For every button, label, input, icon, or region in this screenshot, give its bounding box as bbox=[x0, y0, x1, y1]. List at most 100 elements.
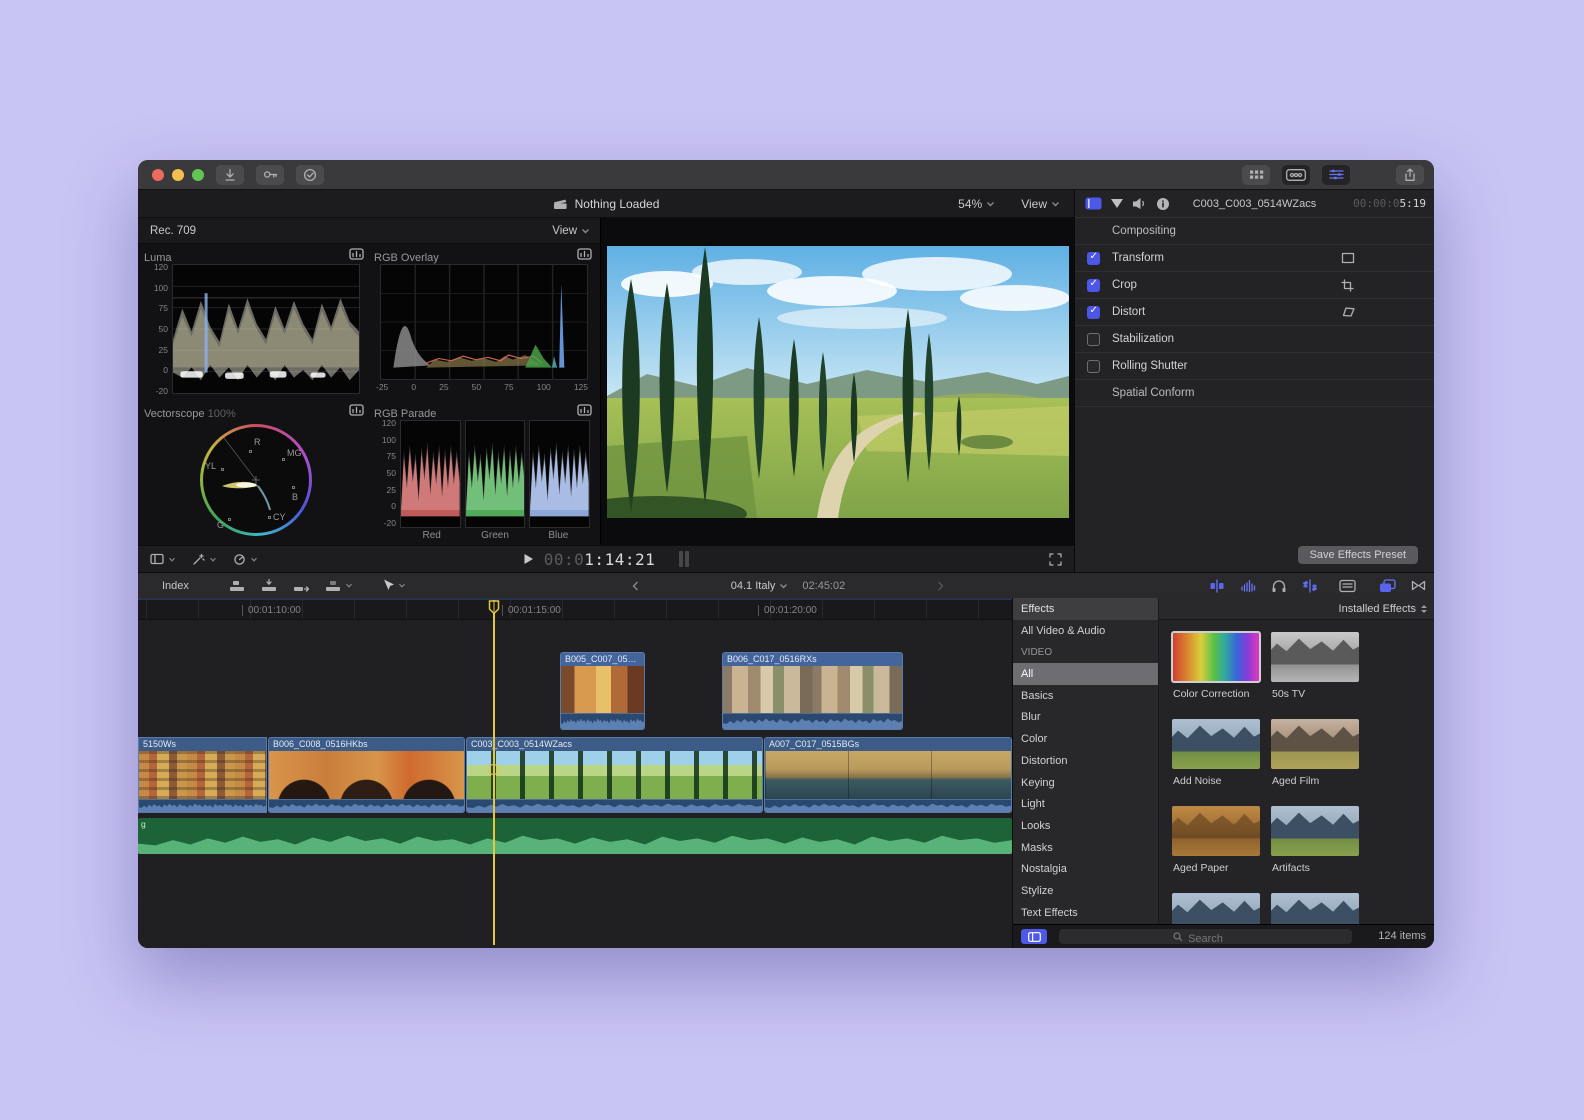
effect-thumbnail bbox=[1172, 806, 1260, 856]
timeline-audio-clip[interactable]: g bbox=[138, 818, 1012, 854]
skimming-icon[interactable] bbox=[1209, 579, 1225, 593]
transform-checkbox[interactable] bbox=[1087, 252, 1100, 265]
info-inspector-tab-icon[interactable] bbox=[1156, 197, 1170, 211]
timeline-clip-connected-1[interactable]: B005_C007_05… bbox=[560, 652, 645, 730]
scope-settings-icon[interactable] bbox=[577, 248, 592, 261]
inspector-row-distort[interactable]: Distort bbox=[1075, 299, 1434, 326]
inspector-row-rolling-shutter[interactable]: Rolling Shutter bbox=[1075, 353, 1434, 380]
close-window-button[interactable] bbox=[152, 169, 164, 181]
audio-meters[interactable] bbox=[679, 551, 689, 567]
inspector-row-crop[interactable]: Crop bbox=[1075, 272, 1434, 299]
effect-thumbnail bbox=[1172, 893, 1260, 924]
effect-item-artifacts[interactable]: Artifacts bbox=[1271, 806, 1359, 893]
transitions-browser-icon[interactable] bbox=[1411, 579, 1426, 592]
effect-item[interactable] bbox=[1271, 893, 1359, 924]
scope-settings-icon[interactable] bbox=[577, 404, 592, 417]
inspector-clip-name: C003_C003_0514WZacs bbox=[1193, 198, 1317, 210]
category-keying[interactable]: Keying bbox=[1013, 772, 1158, 794]
timeline-ruler[interactable]: 00:01:10:00 00:01:15:00 00:01:20:00 bbox=[138, 600, 1012, 620]
stabilization-checkbox[interactable] bbox=[1087, 333, 1100, 346]
viewer-view-menu[interactable]: View bbox=[1021, 197, 1060, 211]
download-icon bbox=[223, 168, 237, 182]
timeline-clip-connected-2[interactable]: B006_C017_0516RXs bbox=[722, 652, 903, 730]
effect-item-add-noise[interactable]: Add Noise bbox=[1172, 719, 1260, 806]
category-color[interactable]: Color bbox=[1013, 728, 1158, 750]
viewer-header: Nothing Loaded 54% View bbox=[138, 190, 1074, 218]
playhead-handle[interactable] bbox=[488, 764, 499, 775]
background-tasks-button[interactable] bbox=[296, 165, 324, 185]
project-duration: 02:45:02 bbox=[802, 580, 845, 592]
clip-thumbnail bbox=[561, 666, 644, 713]
save-effects-preset-button[interactable]: Save Effects Preset bbox=[1298, 546, 1418, 564]
inspector-row-transform[interactable]: Transform bbox=[1075, 245, 1434, 272]
category-light[interactable]: Light bbox=[1013, 793, 1158, 815]
sidebar-icon bbox=[1028, 932, 1041, 942]
timeline-clip-primary-3[interactable]: C003_C003_0514WZacs bbox=[466, 737, 763, 813]
scope-settings-icon[interactable] bbox=[349, 404, 364, 417]
timeline-clip-primary-1[interactable]: 5150Ws bbox=[138, 737, 267, 813]
audio-inspector-tab-icon[interactable] bbox=[1132, 197, 1147, 210]
timeline-index-icon[interactable] bbox=[1339, 579, 1356, 593]
category-distortion[interactable]: Distortion bbox=[1013, 750, 1158, 772]
import-media-button[interactable] bbox=[216, 165, 244, 185]
project-name-menu[interactable]: 04.1 Italy bbox=[731, 580, 789, 592]
distort-checkbox[interactable] bbox=[1087, 306, 1100, 319]
timeline-clip-primary-2[interactable]: B006_C008_0516HKbs bbox=[268, 737, 465, 813]
effects-browser-icon[interactable] bbox=[1379, 579, 1396, 593]
crop-icon[interactable] bbox=[1341, 279, 1354, 292]
playhead-head[interactable] bbox=[488, 600, 500, 615]
category-blur[interactable]: Blur bbox=[1013, 707, 1158, 729]
distort-icon[interactable] bbox=[1341, 306, 1356, 318]
category-all[interactable]: All bbox=[1013, 663, 1158, 685]
effects-inspector-tab-icon[interactable] bbox=[1111, 199, 1123, 208]
rgb-parade-graph bbox=[400, 420, 590, 528]
snapping-icon[interactable] bbox=[1302, 579, 1318, 593]
sidebar-toggle-button[interactable] bbox=[1021, 929, 1047, 944]
category-basics[interactable]: Basics bbox=[1013, 685, 1158, 707]
inspector-row-spatial-conform[interactable]: Spatial Conform bbox=[1075, 380, 1434, 407]
timeline-clip-primary-4[interactable]: A007_C017_0515BGs bbox=[764, 737, 1012, 813]
effect-item[interactable] bbox=[1172, 893, 1260, 924]
scopes-view-menu[interactable]: View bbox=[552, 225, 590, 237]
inspector-row-stabilization[interactable]: Stabilization bbox=[1075, 326, 1434, 353]
category-masks[interactable]: Masks bbox=[1013, 837, 1158, 859]
play-button[interactable] bbox=[523, 553, 534, 565]
show-timeline-button[interactable] bbox=[1282, 165, 1310, 185]
show-browser-button[interactable] bbox=[1242, 165, 1270, 185]
category-looks[interactable]: Looks bbox=[1013, 815, 1158, 837]
category-stylize[interactable]: Stylize bbox=[1013, 880, 1158, 902]
category-text-effects[interactable]: Text Effects bbox=[1013, 902, 1158, 924]
rgb-parade-channel-labels: Red Green Blue bbox=[400, 530, 590, 541]
viewer-zoom-menu[interactable]: 54% bbox=[958, 197, 995, 211]
search-input[interactable] bbox=[1059, 932, 1352, 947]
effect-item-aged-film[interactable]: Aged Film bbox=[1271, 719, 1359, 806]
scope-settings-icon[interactable] bbox=[349, 248, 364, 261]
category-nostalgia[interactable]: Nostalgia bbox=[1013, 859, 1158, 881]
effect-item-aged-paper[interactable]: Aged Paper bbox=[1172, 806, 1260, 893]
show-inspector-button[interactable] bbox=[1322, 165, 1350, 185]
minimize-window-button[interactable] bbox=[172, 169, 184, 181]
rolling-shutter-checkbox[interactable] bbox=[1087, 360, 1100, 373]
next-project-icon[interactable] bbox=[937, 581, 944, 591]
keywords-button[interactable] bbox=[256, 165, 284, 185]
zoom-window-button[interactable] bbox=[192, 169, 204, 181]
chevron-down-icon bbox=[1051, 201, 1060, 207]
category-all-video-audio[interactable]: All Video & Audio bbox=[1013, 620, 1158, 642]
effect-item-50s-tv[interactable]: 50s TV bbox=[1271, 632, 1359, 719]
rgb-overlay-title: RGB Overlay bbox=[374, 252, 439, 264]
share-button[interactable] bbox=[1396, 165, 1424, 185]
effect-item-color-correction[interactable]: Color Correction bbox=[1172, 632, 1260, 719]
inspector-row-compositing[interactable]: Compositing bbox=[1075, 218, 1434, 245]
effects-sort-menu[interactable]: Installed Effects bbox=[1159, 598, 1434, 620]
effect-thumbnail bbox=[1271, 806, 1359, 856]
previous-project-icon[interactable] bbox=[632, 581, 639, 591]
video-inspector-tab-icon[interactable] bbox=[1085, 197, 1102, 210]
vectorscope-target-g: G bbox=[217, 520, 224, 530]
scopes-colorspace-label: Rec. 709 bbox=[150, 225, 196, 237]
transform-icon[interactable] bbox=[1341, 252, 1355, 264]
effects-item-count: 124 items bbox=[1378, 930, 1426, 942]
crop-checkbox[interactable] bbox=[1087, 279, 1100, 292]
audio-skimming-icon[interactable] bbox=[1240, 579, 1256, 593]
solo-headphones-icon[interactable] bbox=[1271, 579, 1287, 593]
viewer-timecode[interactable]: 00:01:14:21 bbox=[544, 550, 655, 569]
